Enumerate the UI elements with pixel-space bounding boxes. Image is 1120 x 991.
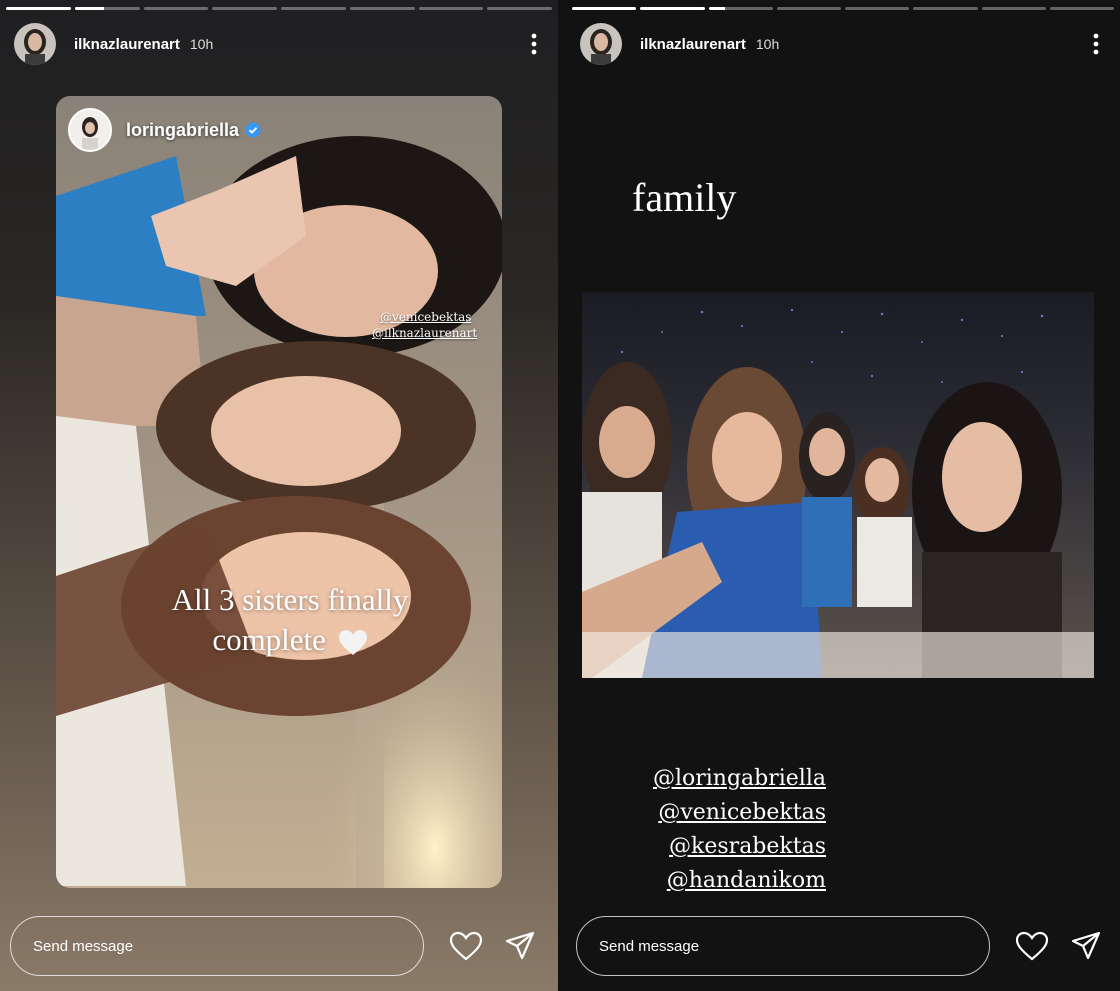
avatar — [68, 108, 112, 152]
story-text: family — [632, 175, 737, 220]
send-message-input[interactable]: Send message — [576, 916, 990, 976]
mention-tag[interactable]: @ilknazlaurenart — [372, 326, 477, 340]
more-vertical-icon[interactable] — [524, 32, 544, 56]
send-message-input[interactable]: Send message — [10, 916, 424, 976]
story-progress-bar — [572, 7, 1114, 10]
send-message-placeholder: Send message — [599, 937, 700, 955]
white-heart-icon — [338, 629, 367, 655]
progress-segment — [981, 7, 1046, 10]
story-right[interactable]: ilknazlaurenart 10h family @loringabriel… — [566, 0, 1120, 991]
progress-segment — [74, 7, 140, 10]
progress-segment — [708, 7, 773, 10]
send-message-placeholder: Send message — [33, 937, 134, 955]
progress-segment — [143, 7, 209, 10]
progress-segment — [1049, 7, 1114, 10]
mention-tag[interactable]: @loringabriella — [606, 762, 826, 796]
story-footer: Send message — [576, 913, 1110, 979]
story-header: ilknazlaurenart 10h — [14, 22, 544, 66]
story-header: ilknazlaurenart 10h — [580, 22, 1106, 66]
progress-segment — [845, 7, 910, 10]
send-icon[interactable] — [500, 926, 540, 966]
caption-line-2: complete — [140, 620, 440, 660]
username[interactable]: ilknazlaurenart — [640, 36, 746, 53]
story-footer: Send message — [10, 913, 548, 979]
sisters-photo — [56, 96, 502, 888]
progress-segment — [281, 7, 346, 10]
reshared-username: loringabriella — [126, 119, 240, 140]
progress-segment — [572, 7, 637, 10]
progress-segment — [640, 7, 705, 10]
progress-segment — [212, 7, 277, 10]
mention-tag[interactable]: @handanikom — [606, 864, 826, 898]
progress-segment — [776, 7, 841, 10]
caption-line: All 3 sisters finally — [171, 582, 409, 617]
story-progress-bar — [6, 7, 552, 10]
story-timestamp: 10h — [189, 36, 214, 52]
progress-segment — [418, 7, 484, 10]
progress-segment — [487, 7, 552, 10]
more-vertical-icon[interactable] — [1086, 32, 1106, 56]
reshared-from-badge[interactable]: loringabriella — [68, 108, 261, 152]
mention-tag[interactable]: @venicebektas — [380, 310, 471, 324]
mention-tag[interactable]: @kesrabektas — [606, 830, 826, 864]
verified-badge-icon — [245, 122, 261, 138]
reshared-story-photo[interactable]: loringabriella @venicebektas @ilknazlaur… — [56, 96, 502, 888]
story-timestamp: 10h — [755, 36, 780, 52]
heart-icon[interactable] — [1012, 926, 1052, 966]
avatar[interactable] — [14, 23, 56, 65]
story-left[interactable]: ilknazlaurenart 10h loringabriella @veni… — [0, 0, 558, 991]
heart-icon[interactable] — [446, 926, 486, 966]
progress-segment — [6, 7, 71, 10]
story-caption: All 3 sisters finally complete — [140, 580, 440, 660]
progress-segment — [349, 7, 415, 10]
username[interactable]: ilknazlaurenart — [74, 36, 180, 53]
family-photo-image — [582, 292, 1094, 678]
mention-tag[interactable]: @venicebektas — [606, 796, 826, 830]
avatar[interactable] — [580, 23, 622, 65]
family-photo[interactable] — [582, 292, 1094, 678]
mention-list: @loringabriella @venicebektas @kesrabekt… — [606, 762, 826, 898]
caption-line: complete — [212, 622, 326, 657]
send-icon[interactable] — [1066, 926, 1106, 966]
progress-segment — [913, 7, 978, 10]
